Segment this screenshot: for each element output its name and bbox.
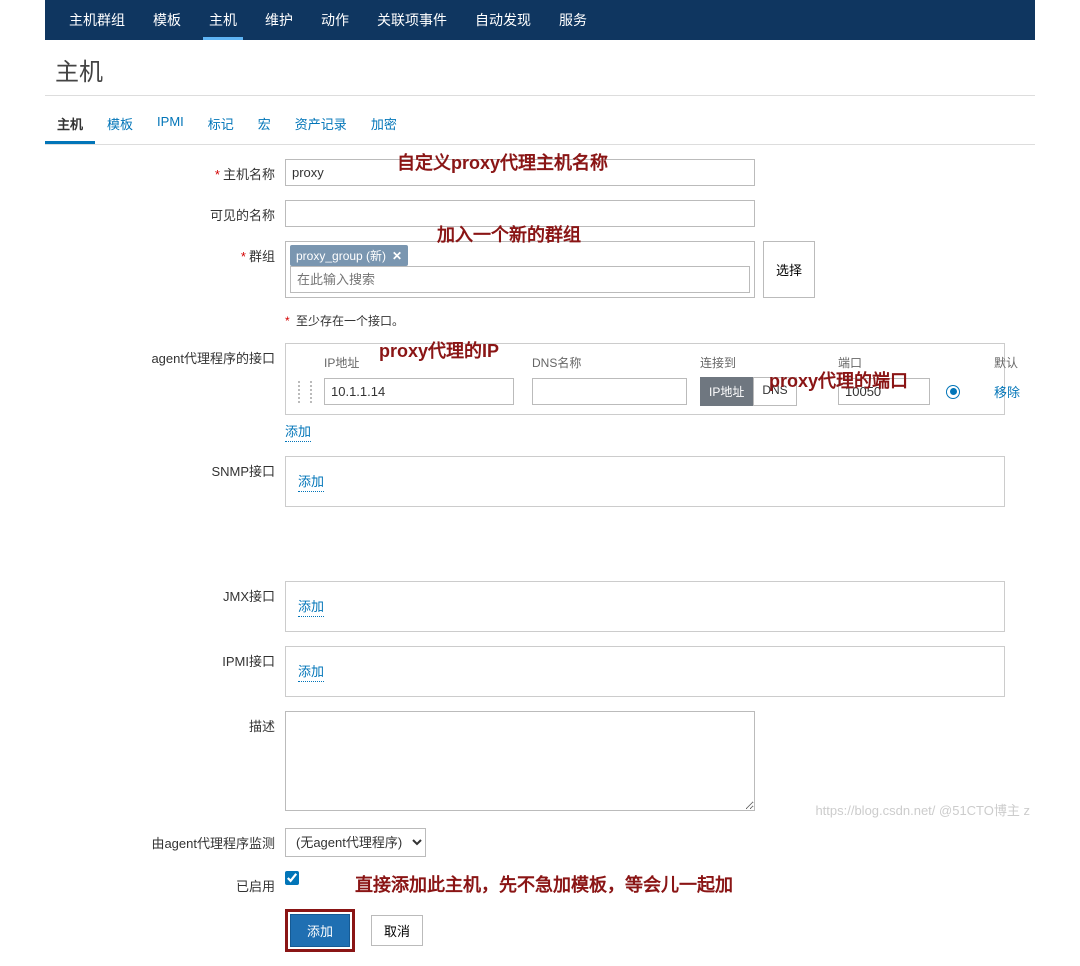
watermark: https://blog.csdn.net/ @51CTO博主 z (815, 800, 1030, 819)
cancel-button[interactable]: 取消 (371, 915, 423, 946)
tab-tags[interactable]: 标记 (196, 106, 246, 144)
col-default: 默认 (994, 354, 1044, 371)
nav-host-groups[interactable]: 主机群组 (55, 0, 139, 40)
host-form: 自定义proxy代理主机名称 加入一个新的群组 proxy代理的IP proxy… (45, 145, 1035, 966)
jmx-add-link[interactable]: 添加 (298, 596, 324, 617)
enabled-checkbox[interactable] (285, 871, 299, 885)
tab-templates[interactable]: 模板 (95, 106, 145, 144)
hostname-label: *主机名称 (45, 159, 285, 183)
col-dns: DNS名称 (532, 354, 692, 371)
interface-required-hint: * 至少存在一个接口。 (285, 312, 404, 329)
group-tag-pill[interactable]: proxy_group (新) ✕ (290, 245, 408, 266)
remove-interface-link[interactable]: 移除 (994, 382, 1044, 402)
nav-correlation[interactable]: 关联项事件 (363, 0, 461, 40)
ipmi-iface-label: IPMI接口 (45, 646, 285, 670)
agent-ip-input[interactable] (324, 378, 514, 405)
group-label: *群组 (45, 241, 285, 265)
description-textarea[interactable] (285, 711, 755, 811)
connect-ip-button[interactable]: IP地址 (700, 377, 753, 406)
tab-host[interactable]: 主机 (45, 106, 95, 144)
monitored-by-label: 由agent代理程序监测 (45, 828, 285, 852)
group-tag-label: proxy_group (新) (296, 247, 386, 264)
tab-macros[interactable]: 宏 (246, 106, 283, 144)
description-label: 描述 (45, 711, 285, 735)
annotation-hostname: 自定义proxy代理主机名称 (397, 149, 608, 175)
drag-handle-icon[interactable] (298, 381, 312, 403)
top-nav: 主机群组 模板 主机 维护 动作 关联项事件 自动发现 服务 (45, 0, 1035, 40)
agent-add-link[interactable]: 添加 (285, 421, 311, 442)
nav-hosts[interactable]: 主机 (195, 0, 251, 40)
group-multiselect[interactable]: proxy_group (新) ✕ (285, 241, 755, 298)
enabled-label: 已启用 (45, 871, 285, 895)
tab-encryption[interactable]: 加密 (359, 106, 409, 144)
snmp-add-link[interactable]: 添加 (298, 471, 324, 492)
nav-maintenance[interactable]: 维护 (251, 0, 307, 40)
annotation-ip: proxy代理的IP (379, 337, 499, 363)
ipmi-box: 添加 (285, 646, 1005, 697)
nav-services[interactable]: 服务 (545, 0, 601, 40)
jmx-label: JMX接口 (45, 581, 285, 605)
nav-discovery[interactable]: 自动发现 (461, 0, 545, 40)
submit-add-button[interactable]: 添加 (290, 914, 350, 947)
add-button-highlight: 添加 (285, 909, 355, 952)
nav-actions[interactable]: 动作 (307, 0, 363, 40)
annotation-port: proxy代理的端口 (769, 367, 908, 393)
nav-templates[interactable]: 模板 (139, 0, 195, 40)
snmp-box: 添加 (285, 456, 1005, 507)
agent-interface-label: agent代理程序的接口 (45, 343, 285, 367)
monitored-by-select[interactable]: (无agent代理程序) (285, 828, 426, 857)
annotation-group: 加入一个新的群组 (437, 221, 581, 247)
tabs: 主机 模板 IPMI 标记 宏 资产记录 加密 (45, 96, 1035, 145)
remove-tag-icon[interactable]: ✕ (392, 249, 402, 263)
agent-dns-input[interactable] (532, 378, 687, 405)
annotation-submit: 直接添加此主机，先不急加模板，等会儿一起加 (355, 871, 733, 897)
tab-inventory[interactable]: 资产记录 (283, 106, 359, 144)
jmx-box: 添加 (285, 581, 1005, 632)
group-select-button[interactable]: 选择 (763, 241, 815, 298)
group-search-input[interactable] (290, 266, 750, 293)
page-title: 主机 (45, 40, 1035, 96)
snmp-label: SNMP接口 (45, 456, 285, 480)
visible-name-label: 可见的名称 (45, 200, 285, 224)
default-interface-radio[interactable] (946, 385, 960, 399)
ipmi-add-link[interactable]: 添加 (298, 661, 324, 682)
tab-ipmi[interactable]: IPMI (145, 106, 196, 144)
